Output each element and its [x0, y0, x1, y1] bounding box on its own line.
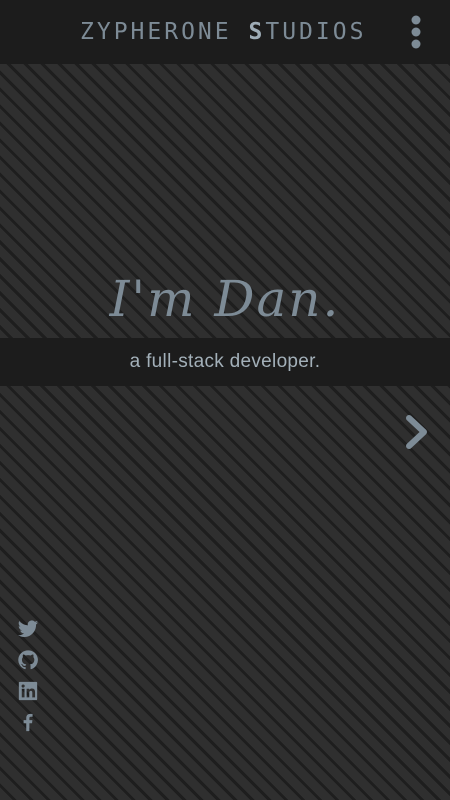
- twitter-icon: [17, 620, 39, 637]
- linkedin-link[interactable]: [17, 680, 39, 702]
- brand-prefix: ZYPHERONE: [80, 19, 249, 45]
- twitter-link[interactable]: [17, 618, 39, 640]
- menu-button[interactable]: [406, 14, 426, 50]
- tagline-band: a full-stack developer.: [0, 338, 450, 386]
- linkedin-icon: [18, 681, 38, 701]
- page: ZYPHERONE STUDIOS I'm Dan. a full-stack …: [0, 0, 450, 800]
- hero-name-text: I'm Dan.: [109, 270, 341, 328]
- facebook-icon: [23, 713, 33, 732]
- hero-name: I'm Dan.: [0, 258, 450, 338]
- top-navbar: ZYPHERONE STUDIOS: [0, 0, 450, 64]
- github-icon: [18, 650, 38, 670]
- github-link[interactable]: [17, 649, 39, 671]
- tagline: a full-stack developer.: [129, 351, 321, 372]
- social-links: [17, 618, 41, 742]
- facebook-link[interactable]: [17, 711, 39, 733]
- next-button[interactable]: [402, 412, 432, 452]
- brand-highlight: S: [248, 19, 266, 45]
- kebab-vertical-icon: [411, 15, 421, 49]
- brand-suffix: TUDIOS: [265, 19, 367, 45]
- brand-logo[interactable]: ZYPHERONE STUDIOS: [80, 19, 366, 47]
- chevron-right-icon: [406, 415, 427, 449]
